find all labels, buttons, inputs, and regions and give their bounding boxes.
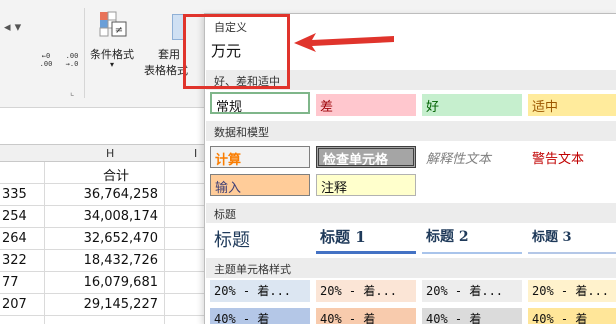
table-row: 335 36,764,258 — [0, 184, 220, 206]
style-explanatory[interactable]: 解释性文本 — [422, 146, 522, 168]
style-20-accent-3[interactable]: 20% - 着... — [422, 280, 522, 302]
cell[interactable]: 264 — [0, 231, 40, 246]
section-titles: 标题 — [206, 203, 616, 223]
cell[interactable]: 322 — [0, 253, 40, 268]
cell[interactable]: 16,079,681 — [46, 275, 158, 290]
style-heading-3[interactable]: 标题 3 — [528, 224, 616, 254]
table-format-label-1[interactable]: 套用 — [158, 46, 180, 62]
table-row: 322 18,432,726 — [0, 250, 220, 272]
style-40-accent-3[interactable]: 40% - 着 — [422, 308, 522, 324]
chevron-down-icon[interactable]: ▾ — [110, 60, 114, 69]
style-heading-2[interactable]: 标题 2 — [422, 224, 522, 254]
table-row: 合计 — [0, 162, 220, 184]
style-40-accent-1[interactable]: 40% - 着 — [210, 308, 310, 324]
style-40-accent-4[interactable]: 40% - 着 — [528, 308, 616, 324]
style-neutral[interactable]: 适中 — [528, 94, 616, 116]
cell[interactable]: 36,764,258 — [46, 187, 158, 202]
style-input[interactable]: 输入 — [210, 174, 310, 196]
table-row: 207 29,145,227 — [0, 294, 220, 316]
table-format-label-2[interactable]: 表格格式 — [144, 62, 188, 78]
table-row: 264 32,652,470 — [0, 228, 220, 250]
style-warning[interactable]: 警告文本 — [528, 146, 616, 168]
table-row: 254 34,008,174 — [0, 206, 220, 228]
section-data-model: 数据和模型 — [206, 121, 616, 141]
cell[interactable]: 34,008,174 — [46, 209, 158, 224]
annotation-arrow-icon — [294, 33, 394, 52]
cell[interactable]: 29,145,227 — [46, 297, 158, 312]
total-header[interactable]: 合计 — [60, 165, 172, 184]
style-heading-1[interactable]: 标题 1 — [316, 224, 416, 254]
dropdown-arrow-icon[interactable]: ◂ ▾ — [4, 20, 21, 35]
increase-decimal-button[interactable]: ←0.00 — [36, 52, 56, 70]
style-check-cell[interactable]: 检查单元格 — [316, 146, 416, 168]
style-20-accent-1[interactable]: 20% - 着... — [210, 280, 310, 302]
cell[interactable]: 18,432,726 — [46, 253, 158, 268]
cell[interactable]: 32,652,470 — [46, 231, 158, 246]
decrease-decimal-button[interactable]: .00 →.0 — [62, 52, 82, 70]
style-calculation[interactable]: 计算 — [210, 146, 310, 168]
conditional-format-icon[interactable]: ≠ — [98, 10, 128, 40]
cell[interactable]: 335 — [0, 187, 40, 202]
cell[interactable]: 77 — [0, 275, 40, 290]
style-normal[interactable]: 常规 — [210, 92, 310, 114]
column-header-bar: H I — [0, 144, 220, 162]
dialog-launcher-icon[interactable]: ⌞ — [70, 88, 74, 98]
style-note[interactable]: 注释 — [316, 174, 416, 196]
style-title[interactable]: 标题 — [210, 224, 310, 254]
svg-text:≠: ≠ — [115, 25, 123, 36]
column-header-i[interactable]: I — [194, 147, 197, 160]
cell[interactable]: 254 — [0, 209, 40, 224]
table-row: 77 16,079,681 — [0, 272, 220, 294]
style-bad[interactable]: 差 — [316, 94, 416, 116]
style-20-accent-4[interactable]: 20% - 着... — [528, 280, 616, 302]
section-theme-styles: 主题单元格样式 — [206, 258, 616, 278]
style-good[interactable]: 好 — [422, 94, 522, 116]
group-separator — [84, 8, 85, 98]
style-40-accent-2[interactable]: 40% - 着 — [316, 308, 416, 324]
annotation-highlight-box — [183, 14, 290, 89]
column-header-h[interactable]: H — [106, 147, 114, 160]
cell[interactable]: 207 — [0, 297, 40, 312]
style-20-accent-2[interactable]: 20% - 着... — [316, 280, 416, 302]
